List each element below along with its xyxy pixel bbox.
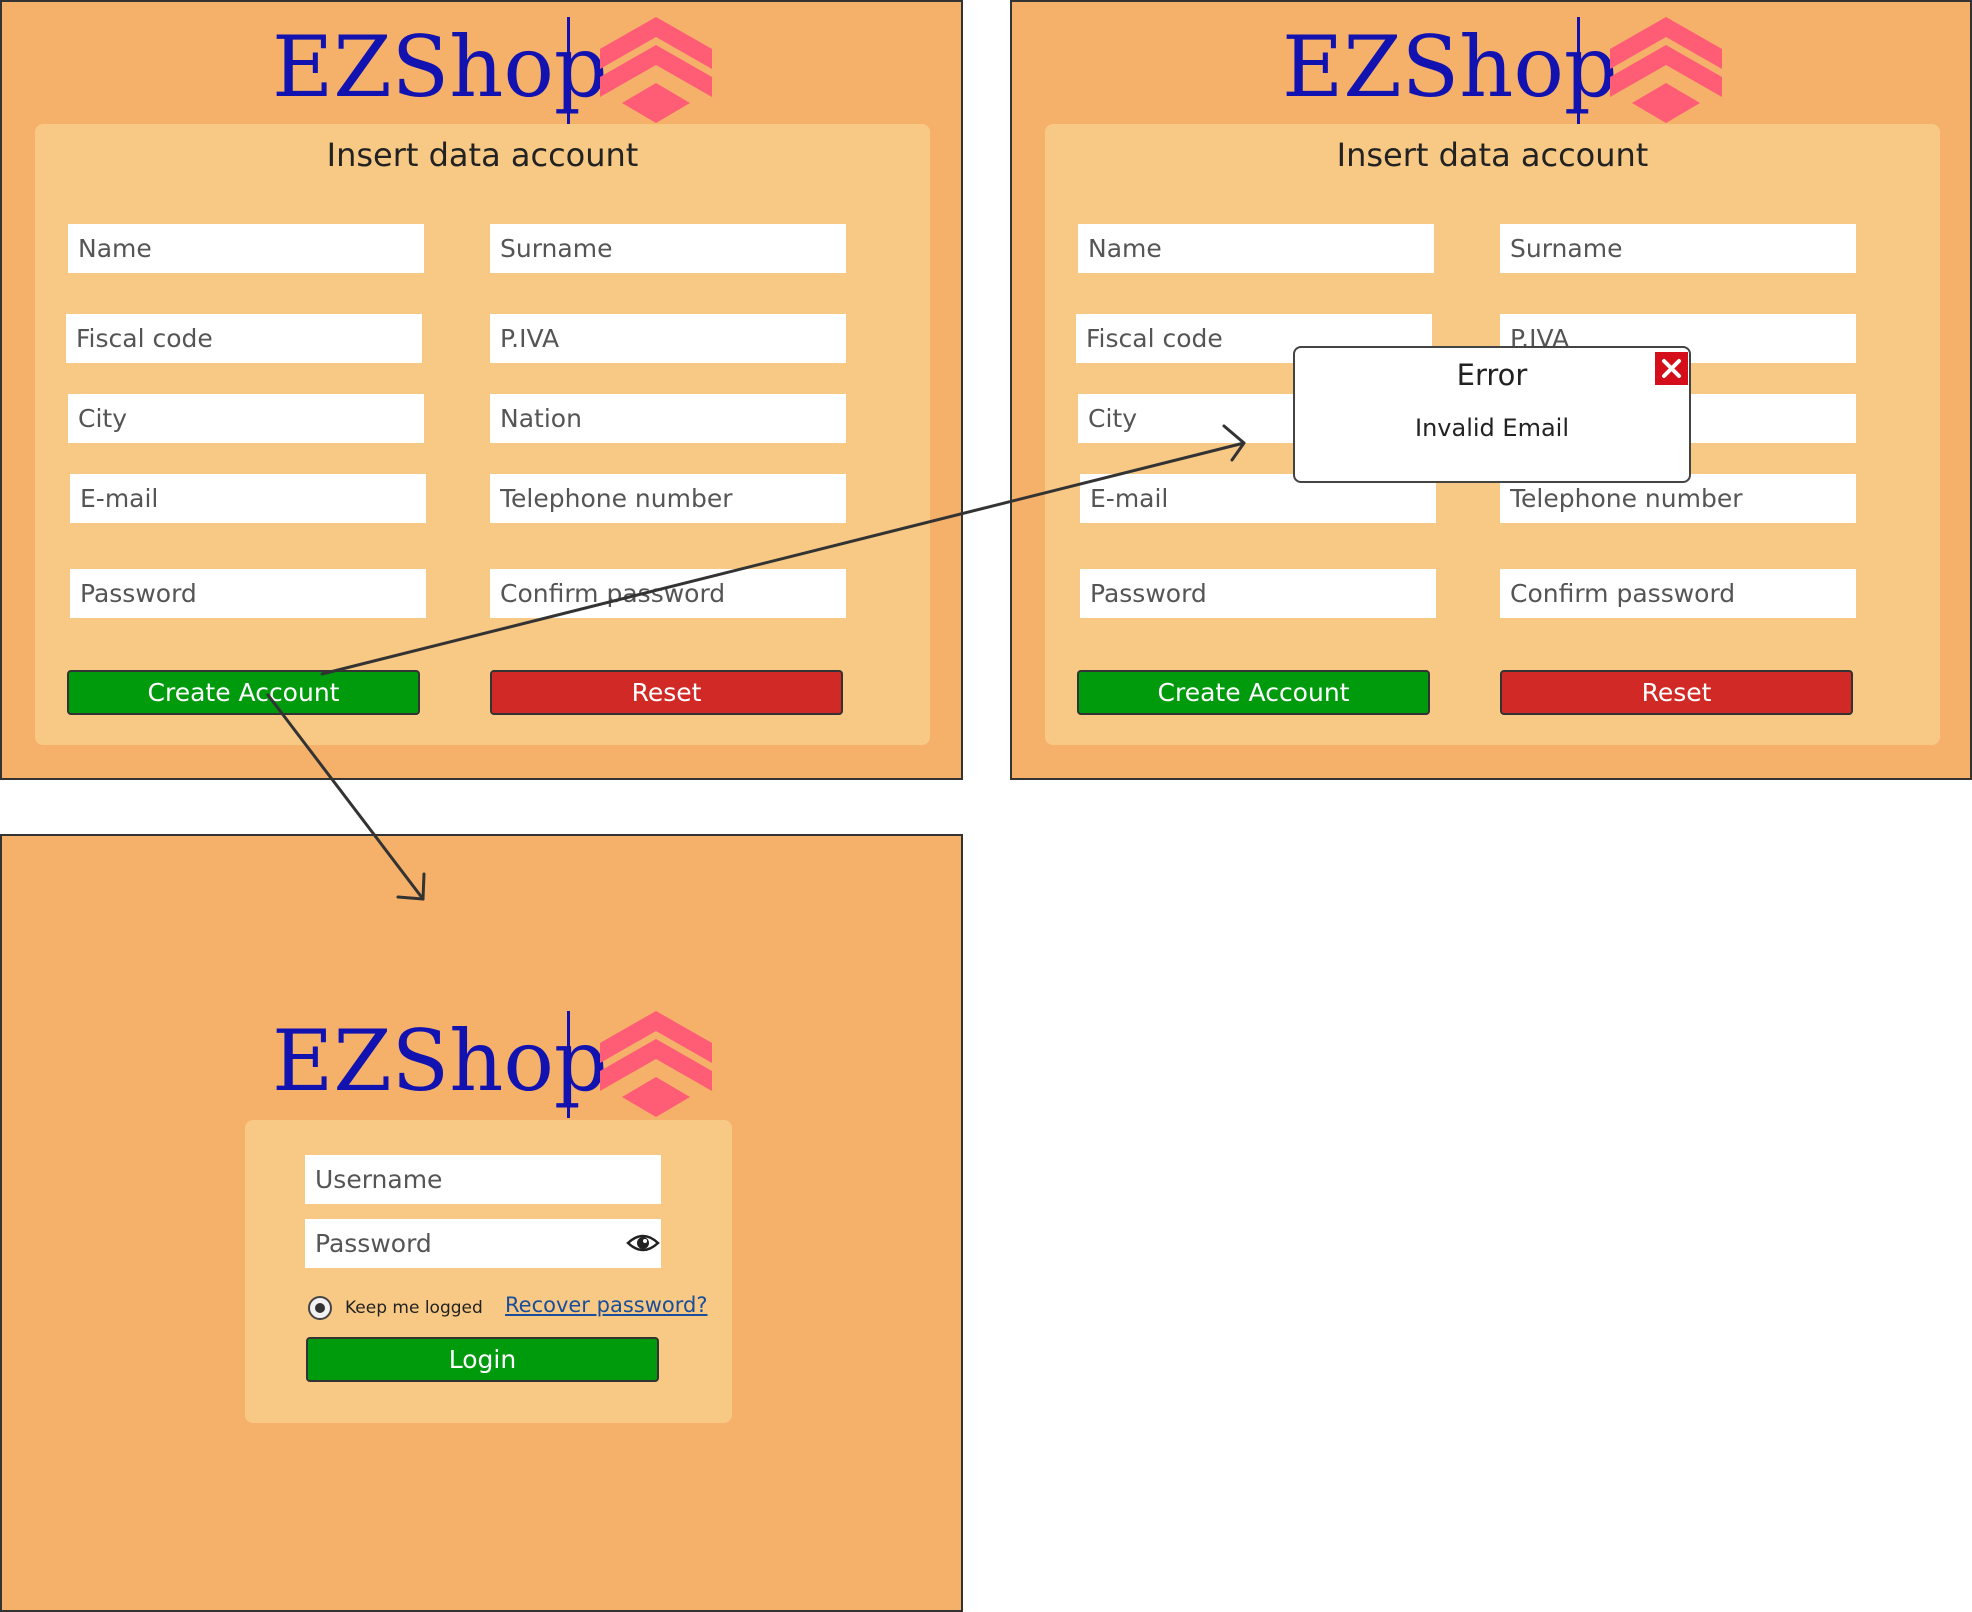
recover-password-link[interactable]: Recover password? [505, 1293, 707, 1317]
chevron-stack-logo-icon [600, 1011, 712, 1117]
surname-input[interactable] [1500, 224, 1856, 273]
login-card: Keep me logged Recover password? Login [245, 1120, 732, 1423]
keep-logged-label: Keep me logged [345, 1298, 483, 1318]
logo-divider [567, 17, 570, 124]
username-input[interactable] [305, 1155, 661, 1204]
logo-divider [1577, 17, 1580, 124]
error-dialog: Error Invalid Email [1293, 346, 1691, 483]
name-input[interactable] [1078, 224, 1434, 273]
create-account-button[interactable]: Create Account [1077, 670, 1430, 715]
keep-logged-radio[interactable] [308, 1296, 332, 1320]
surname-input[interactable] [490, 224, 846, 273]
signup-title: Insert data account [1336, 136, 1649, 174]
error-message: Invalid Email [1415, 414, 1569, 442]
fiscal-code-input[interactable] [66, 314, 422, 363]
piva-input[interactable] [490, 314, 846, 363]
signup-screen: EZShop Insert data account Create Accoun… [0, 0, 963, 780]
eye-icon[interactable] [626, 1231, 660, 1255]
login-button[interactable]: Login [306, 1337, 659, 1382]
password-input[interactable] [1080, 569, 1436, 618]
email-input[interactable] [70, 474, 426, 523]
confirm-password-input[interactable] [1500, 569, 1856, 618]
chevron-stack-logo-icon [1610, 17, 1722, 123]
password-input[interactable] [305, 1219, 661, 1268]
brand-name: EZShop [272, 18, 608, 116]
confirm-password-input[interactable] [490, 569, 846, 618]
error-title: Error [1456, 358, 1528, 392]
chevron-stack-logo-icon [600, 17, 712, 123]
brand-name: EZShop [1282, 18, 1618, 116]
close-x-icon[interactable] [1655, 352, 1688, 385]
logo-divider [567, 1011, 570, 1118]
signup-card: Insert data account Create Account Reset [35, 124, 930, 745]
name-input[interactable] [68, 224, 424, 273]
create-account-button[interactable]: Create Account [67, 670, 420, 715]
nation-input[interactable] [490, 394, 846, 443]
telephone-input[interactable] [490, 474, 846, 523]
radio-selected-dot [315, 1303, 325, 1313]
login-screen: EZShop Keep me logged Recover password? … [0, 834, 963, 1612]
signup-title: Insert data account [326, 136, 639, 174]
reset-button[interactable]: Reset [490, 670, 843, 715]
city-input[interactable] [68, 394, 424, 443]
brand-name: EZShop [272, 1012, 608, 1110]
password-input[interactable] [70, 569, 426, 618]
reset-button[interactable]: Reset [1500, 670, 1853, 715]
